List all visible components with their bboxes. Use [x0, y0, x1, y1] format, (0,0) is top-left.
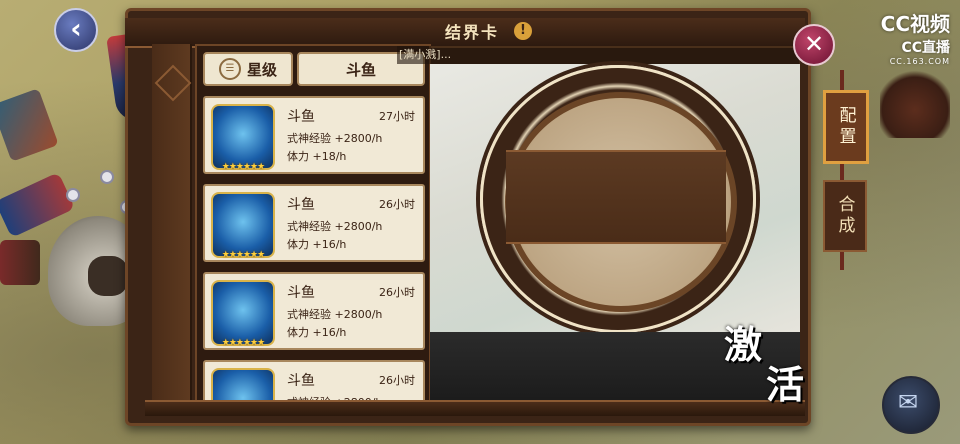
filter-label: 斗鱼 — [345, 60, 376, 79]
fish-card-icon: ★★★★★★ — [211, 192, 275, 260]
empty-card-slot[interactable] — [506, 150, 726, 244]
filter-star-button[interactable]: ☰ 星级 — [203, 52, 293, 86]
pinwheel-icon — [66, 188, 80, 202]
filter-icon: ☰ — [218, 58, 241, 80]
brand-url: CC.163.COM — [889, 57, 950, 66]
activate-button[interactable]: 激 活 — [716, 322, 816, 412]
star-rating: ★★★★★★ — [221, 250, 265, 260]
activate-label: 活 — [766, 363, 805, 407]
fish-card-icon — [211, 368, 275, 402]
list-item[interactable]: ★★★★★★ 斗鱼 26小时 式神经验 +2800/h 体力 +16/h — [203, 184, 425, 262]
card-stamina: 体力 +16/h — [287, 238, 347, 251]
back-button[interactable]: ‹ — [54, 8, 98, 52]
fish-card-icon: ★★★★★★ — [211, 280, 275, 348]
card-list[interactable]: ☰ 星级 斗鱼 ★★★★★★ 斗鱼 27小时 式神经验 +2800/h 体力 +… — [195, 44, 431, 404]
notice-text: [满小溅]... — [397, 46, 799, 64]
brand-title: CC视频 — [880, 12, 950, 36]
card-exp: 式神经验 +2800/h — [287, 220, 383, 233]
list-item[interactable]: ★★★★★★ 斗鱼 26小时 式神经验 +2800/h 体力 +16/h — [203, 272, 425, 350]
card-name: 斗鱼 — [287, 285, 315, 301]
info-icon[interactable]: ! — [514, 22, 532, 40]
star-rating: ★★★★★★ — [221, 338, 265, 348]
filter-label: 星级 — [246, 60, 277, 79]
list-item[interactable]: 斗鱼 26小时 式神经验 +2800/h — [203, 360, 425, 402]
fish-card-icon: ★★★★★★ — [211, 104, 275, 172]
panel-title: 结界卡 — [445, 23, 500, 42]
close-button[interactable]: ✕ — [793, 24, 835, 66]
card-name: 斗鱼 — [287, 197, 315, 213]
card-duration: 27小时 — [379, 110, 415, 123]
card-stamina: 体力 +16/h — [287, 326, 347, 339]
star-rating: ★★★★★★ — [221, 162, 265, 172]
stream-watermark: CC视频 CC直播 CC.163.COM — [881, 8, 950, 66]
pinwheel-icon — [100, 170, 114, 184]
card-exp: 式神经验 +2800/h — [287, 132, 383, 145]
card-stamina: 体力 +18/h — [287, 150, 347, 163]
card-duration: 26小时 — [379, 374, 415, 387]
card-duration: 26小时 — [379, 198, 415, 211]
activate-label: 激 — [724, 323, 763, 367]
tab-synthesize[interactable]: 合成 — [823, 180, 867, 252]
fox-decoration — [880, 68, 950, 138]
list-item[interactable]: ★★★★★★ 斗鱼 27小时 式神经验 +2800/h 体力 +18/h — [203, 96, 425, 174]
card-exp: 式神经验 +2800/h — [287, 308, 383, 321]
tab-config[interactable]: 配置 — [823, 90, 869, 164]
close-icon: ✕ — [803, 30, 825, 58]
kite-decoration — [0, 240, 40, 285]
card-name: 斗鱼 — [287, 109, 315, 125]
mail-icon[interactable] — [882, 376, 940, 434]
card-duration: 26小时 — [379, 286, 415, 299]
panel-bottom-border — [145, 400, 805, 416]
chevron-left-icon: ‹ — [70, 12, 82, 45]
card-name: 斗鱼 — [287, 373, 315, 389]
brand-subtitle: CC直播 — [901, 40, 950, 56]
